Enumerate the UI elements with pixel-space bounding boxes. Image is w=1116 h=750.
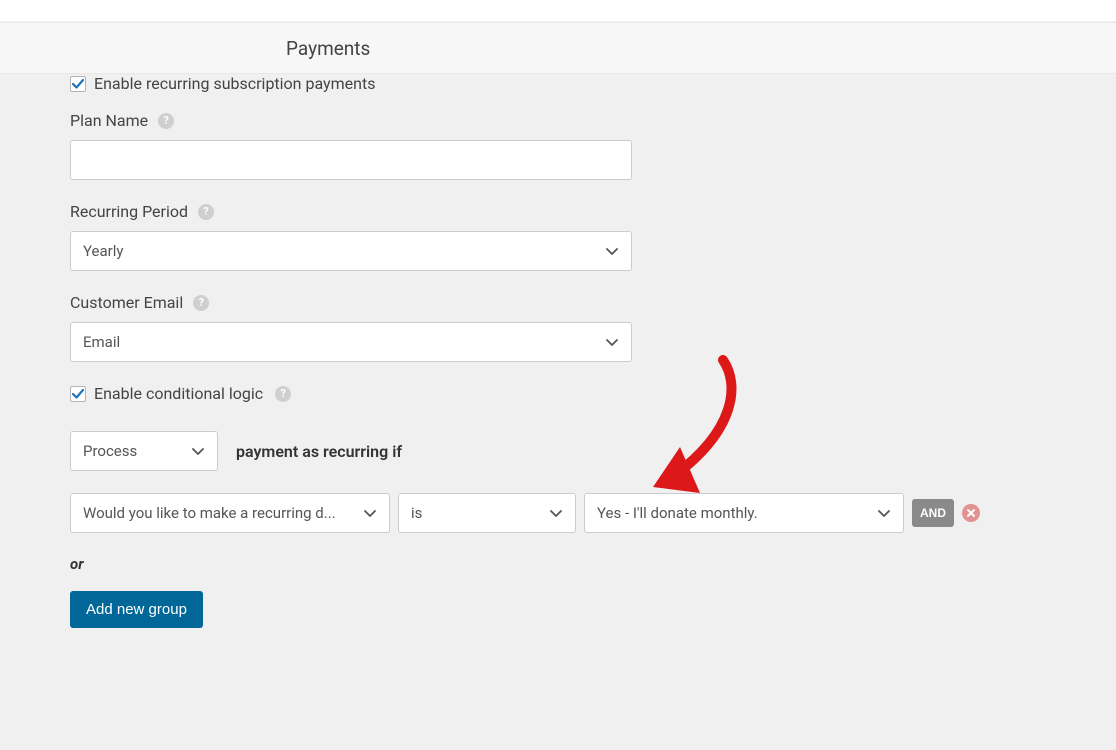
recurring-period-label-row: Recurring Period ?: [70, 202, 1086, 221]
condition-operator-value: is: [411, 504, 422, 522]
recurring-period-select[interactable]: Yearly: [70, 231, 632, 271]
enable-recurring-checkbox[interactable]: [70, 76, 86, 92]
enable-recurring-row: Enable recurring subscription payments: [70, 74, 1086, 93]
enable-recurring-label: Enable recurring subscription payments: [94, 74, 375, 93]
plan-name-group: Plan Name ?: [70, 111, 1086, 180]
action-text: payment as recurring if: [236, 442, 402, 461]
action-value: Process: [83, 442, 137, 460]
chevron-down-icon: [191, 444, 205, 458]
check-icon: [72, 388, 84, 400]
condition-field-value: Would you like to make a recurring d...: [83, 504, 363, 522]
customer-email-value: Email: [83, 333, 120, 351]
plan-name-label-row: Plan Name ?: [70, 111, 1086, 130]
condition-operator-select[interactable]: is: [398, 493, 576, 533]
chevron-down-icon: [605, 244, 619, 258]
or-label: or: [70, 555, 1086, 573]
chevron-down-icon: [877, 506, 891, 520]
chevron-down-icon: [549, 506, 563, 520]
customer-email-group: Customer Email ? Email: [70, 293, 1086, 362]
help-icon[interactable]: ?: [275, 386, 291, 402]
plan-name-label: Plan Name: [70, 111, 148, 130]
help-icon[interactable]: ?: [193, 295, 209, 311]
close-icon: [966, 508, 976, 518]
conditional-logic-row: Enable conditional logic ?: [70, 384, 1086, 403]
customer-email-label-row: Customer Email ?: [70, 293, 1086, 312]
plan-name-input[interactable]: [70, 140, 632, 180]
condition-field-select[interactable]: Would you like to make a recurring d...: [70, 493, 390, 533]
recurring-period-value: Yearly: [83, 242, 123, 260]
recurring-period-label: Recurring Period: [70, 202, 188, 221]
chevron-down-icon: [605, 335, 619, 349]
action-select[interactable]: Process: [70, 431, 218, 471]
and-button[interactable]: AND: [912, 499, 954, 527]
check-icon: [72, 78, 84, 90]
conditional-logic-checkbox[interactable]: [70, 386, 86, 402]
page-title: Payments: [286, 37, 370, 60]
remove-condition-button[interactable]: [962, 504, 980, 522]
annotation-arrow: [645, 355, 755, 505]
conditional-logic-label: Enable conditional logic: [94, 384, 263, 403]
conditional-action-row: Process payment as recurring if: [70, 431, 1086, 471]
add-new-group-button[interactable]: Add new group: [70, 591, 203, 628]
recurring-period-group: Recurring Period ? Yearly: [70, 202, 1086, 271]
top-strip: [0, 0, 1116, 22]
condition-row: Would you like to make a recurring d... …: [70, 493, 1086, 533]
condition-value-text: Yes - I'll donate monthly.: [597, 504, 758, 522]
help-icon[interactable]: ?: [198, 204, 214, 220]
customer-email-select[interactable]: Email: [70, 322, 632, 362]
header-bar: Payments: [0, 22, 1116, 74]
help-icon[interactable]: ?: [158, 113, 174, 129]
chevron-down-icon: [363, 506, 377, 520]
customer-email-label: Customer Email: [70, 293, 183, 312]
